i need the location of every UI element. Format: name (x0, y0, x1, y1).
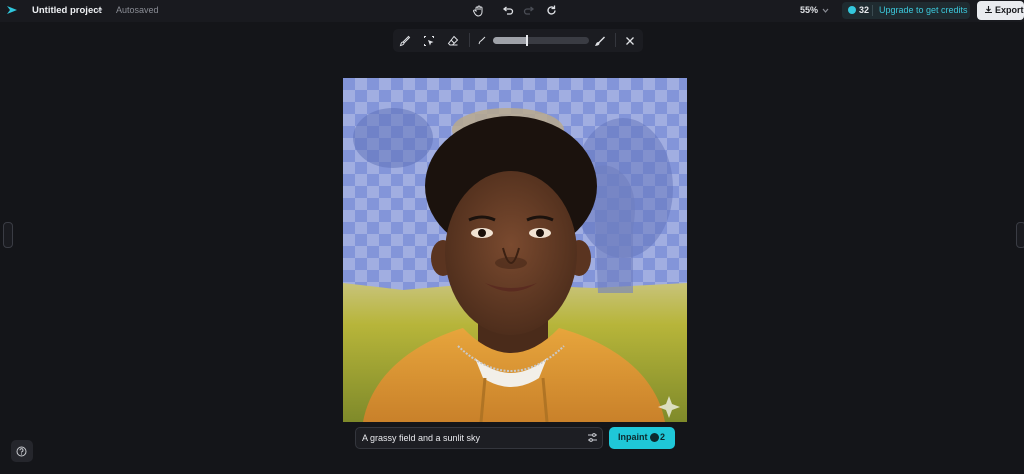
canvas-image[interactable] (343, 78, 687, 422)
project-name[interactable]: Untitled project (32, 5, 102, 16)
chevron-down-icon[interactable] (95, 6, 104, 15)
export-label[interactable]: Export (995, 5, 1024, 15)
question-mark-icon (16, 446, 27, 457)
credit-count: 32 (859, 5, 870, 15)
quick-select-icon[interactable] (423, 35, 435, 47)
chevron-down-icon[interactable] (821, 6, 830, 15)
undo-icon[interactable] (501, 4, 514, 17)
credit-coin-icon (650, 433, 659, 442)
right-panel-toggle[interactable] (1016, 222, 1024, 248)
brush-size-slider[interactable] (493, 37, 589, 44)
brush-size-large-icon (595, 36, 605, 46)
download-icon (985, 6, 992, 14)
close-icon[interactable] (624, 35, 636, 47)
inpaint-cost: 2 (660, 432, 666, 442)
prompt-input[interactable] (362, 432, 562, 444)
zoom-level[interactable]: 55% (800, 5, 818, 15)
divider (872, 5, 873, 16)
upgrade-link[interactable]: Upgrade to get credits (879, 5, 968, 15)
credit-coin-icon (848, 6, 856, 14)
divider (469, 33, 470, 47)
refresh-icon[interactable] (545, 4, 558, 17)
redo-icon[interactable] (523, 4, 536, 17)
hand-pan-icon[interactable] (472, 4, 485, 17)
brush-size-handle[interactable] (526, 35, 528, 46)
sliders-icon[interactable] (587, 432, 598, 443)
left-panel-toggle[interactable] (3, 222, 13, 248)
brush-icon[interactable] (399, 35, 411, 47)
brush-size-small-icon (478, 36, 486, 45)
inpaint-label[interactable]: Inpaint (618, 432, 648, 442)
photo-portrait (343, 78, 687, 422)
divider (615, 33, 616, 47)
save-status: Autosaved (116, 5, 159, 15)
app-logo-icon[interactable] (6, 4, 18, 16)
eraser-icon[interactable] (447, 35, 459, 47)
brush-size-fill (493, 37, 526, 44)
